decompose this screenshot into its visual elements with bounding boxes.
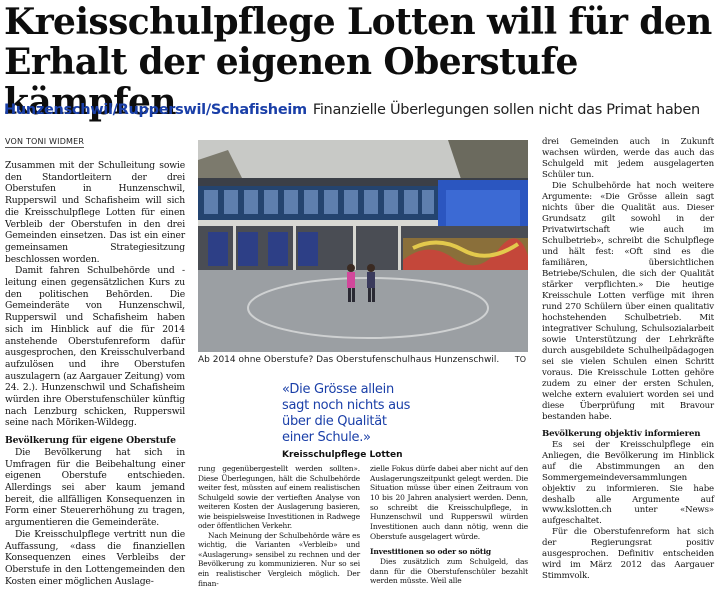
paragraph: Die Bevölkerung hat sich in Umfragen für… bbox=[5, 446, 185, 529]
paragraph: Damit fahren Schulbehörde und -leitung e… bbox=[5, 265, 185, 429]
paragraph: Dies zusätzlich zum Schulgeld, das dann … bbox=[370, 556, 528, 586]
section-heading: Bevölkerung objektiv informieren bbox=[542, 428, 701, 439]
paragraph: Die Kreisschulpflege vertritt nun die Au… bbox=[5, 528, 185, 587]
paragraph: Für die Oberstufenreform hat sich der Re… bbox=[542, 527, 714, 582]
subheadline: Hunzenschwil/Rupperswil/Schafisheim Finan… bbox=[4, 100, 718, 120]
section-heading: Bevölkerung für eigene Oberstufe bbox=[5, 435, 176, 447]
article-column-4: drei Gemeinden auch in Zukunft wachsen w… bbox=[542, 137, 714, 582]
paragraph: Zusammen mit der Schulleitung sowie den … bbox=[5, 160, 185, 265]
article-column-3: zielle Fokus dürfe dabei aber nicht auf … bbox=[370, 464, 528, 586]
subtitle: Finanzielle Überlegungen sollen nicht da… bbox=[312, 102, 700, 118]
paragraph: drei Gemeinden auch in Zukunft wachsen w… bbox=[542, 137, 714, 180]
paragraph: Es sei der Kreisschulpflege ein Anliegen… bbox=[542, 439, 714, 527]
byline: VON TONI WIDMER bbox=[5, 137, 85, 148]
caption-text: Ab 2014 ohne Oberstufe? Das Oberstufensc… bbox=[198, 355, 500, 365]
location-tag: Hunzenschwil/Rupperswil/Schafisheim bbox=[4, 102, 307, 118]
paragraph: Die Schulbehörde hat noch weitere Argume… bbox=[542, 180, 714, 422]
school-building-photo bbox=[198, 140, 528, 352]
pull-quote: «Die Grösse allein sagt noch nichts aus … bbox=[282, 382, 422, 460]
paragraph: zielle Fokus dürfe dabei aber nicht auf … bbox=[370, 464, 528, 541]
photo-credit: TO bbox=[514, 355, 526, 364]
pull-quote-text: «Die Grösse allein sagt noch nichts aus … bbox=[282, 382, 411, 445]
paragraph: rung gegenübergestellt werden sollten». … bbox=[198, 464, 360, 531]
article-column-1: Zusammen mit der Schulleitung sowie den … bbox=[5, 160, 185, 587]
pull-quote-attribution: Kreisschulpflege Lotten bbox=[282, 450, 403, 460]
photo-caption: Ab 2014 ohne Oberstufe? Das Oberstufensc… bbox=[198, 354, 528, 366]
article-column-2: rung gegenübergestellt werden sollten». … bbox=[198, 464, 360, 588]
section-heading: Investitionen so oder so nötig bbox=[370, 547, 491, 557]
paragraph: Nach Meinung der Schulbehörde wäre es wi… bbox=[198, 530, 360, 588]
